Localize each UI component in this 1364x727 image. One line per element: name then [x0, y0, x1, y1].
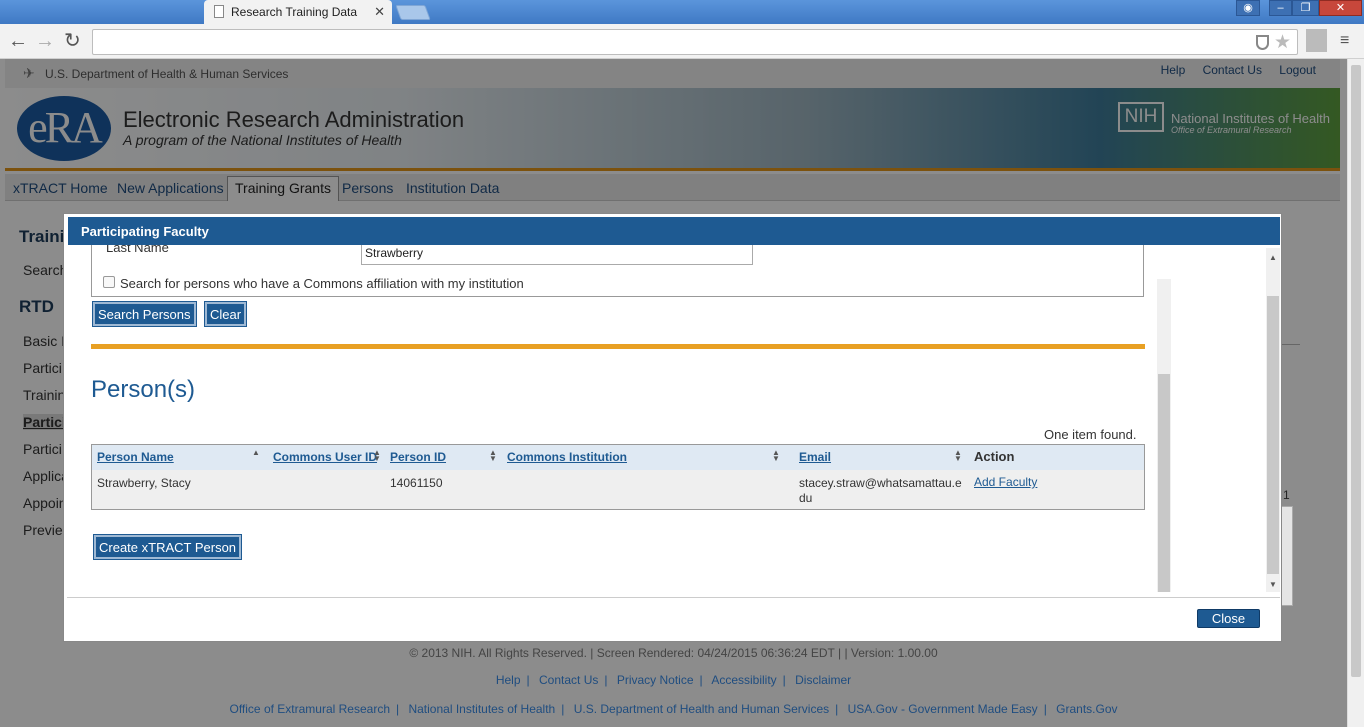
dialog-title: Participating Faculty — [68, 217, 1280, 245]
commons-affiliation-checkbox[interactable] — [103, 276, 115, 288]
sort-icon[interactable]: ▲ ▼ — [489, 449, 497, 463]
page-scroll-thumb[interactable] — [1351, 65, 1361, 677]
footer-privacy[interactable]: Privacy Notice — [617, 673, 694, 687]
new-tab-button[interactable] — [395, 5, 431, 20]
add-faculty-link[interactable]: Add Faculty — [974, 475, 1037, 489]
sort-icon[interactable]: ▲ ▼ — [772, 449, 780, 463]
profile-icon[interactable]: ◉ — [1236, 0, 1260, 16]
window-close-button[interactable]: ✕ — [1319, 0, 1362, 16]
footer-usagov[interactable]: USA.Gov - Government Made Easy — [848, 702, 1038, 716]
dialog-scroll-thumb[interactable] — [1267, 296, 1279, 574]
scroll-down-icon[interactable]: ▼ — [1269, 580, 1277, 589]
results-heading: Person(s) — [91, 376, 196, 403]
col-action: Action — [974, 449, 1015, 464]
table-header: Person Name ▲ Commons User ID ▲ ▼ Person … — [92, 445, 1144, 470]
participating-faculty-dialog: Participating Faculty Last Name Search f… — [63, 213, 1282, 642]
tab-title: Research Training Data — [231, 5, 358, 19]
dialog-footer-divider — [67, 597, 1280, 598]
browser-tab[interactable]: Research Training Data ✕ — [204, 0, 392, 24]
commons-affiliation-label: Search for persons who have a Commons af… — [120, 276, 524, 291]
sort-icon[interactable]: ▲ ▼ — [954, 449, 962, 463]
address-bar[interactable]: ★ — [92, 29, 1298, 55]
maximize-button[interactable]: ❐ — [1292, 0, 1319, 16]
col-commons-user-id[interactable]: Commons User ID — [273, 450, 377, 464]
last-name-input[interactable] — [361, 245, 753, 265]
dialog-inner-scrollbar[interactable]: ▼ — [1157, 279, 1171, 592]
cell-person-id: 14061150 — [390, 476, 443, 490]
footer-oer[interactable]: Office of Extramural Research — [229, 702, 390, 716]
footer-links-2: Office of Extramural Research | National … — [229, 702, 1118, 716]
back-arrow-icon[interactable]: ← — [8, 30, 28, 52]
scroll-up-icon[interactable]: ▲ — [1269, 253, 1277, 262]
footer-nih[interactable]: National Institutes of Health — [408, 702, 555, 716]
col-person-name[interactable]: Person Name — [97, 450, 174, 464]
browser-tab-bar: Research Training Data ✕ ◉ – ❐ ✕ — [0, 0, 1364, 24]
create-xtract-person-button[interactable]: Create xTRACT Person — [92, 534, 243, 560]
forward-arrow-icon[interactable]: → — [35, 30, 55, 52]
background-fragment: 1 — [1283, 488, 1290, 502]
footer-disclaimer[interactable]: Disclaimer — [795, 673, 851, 687]
last-name-label: Last Name — [106, 245, 169, 255]
sort-icon[interactable]: ▲ ▼ — [373, 449, 381, 463]
section-divider — [91, 344, 1145, 349]
copyright: © 2013 NIH. All Rights Reserved. | Scree… — [409, 646, 938, 660]
dialog-body: Last Name Search for persons who have a … — [64, 245, 1172, 592]
col-commons-institution[interactable]: Commons Institution — [507, 450, 627, 464]
menu-icon[interactable]: ≡ — [1340, 32, 1349, 50]
shield-icon[interactable] — [1256, 35, 1269, 50]
persons-table: Person Name ▲ Commons User ID ▲ ▼ Person … — [91, 444, 1145, 510]
dialog-scrollbar[interactable]: ▲ ▼ — [1266, 248, 1280, 592]
sort-asc-icon[interactable]: ▲ — [252, 449, 260, 457]
results-count: One item found. — [1044, 427, 1137, 442]
extension-icon[interactable] — [1306, 29, 1327, 52]
page-scrollbar[interactable] — [1347, 59, 1364, 727]
footer-grantsgov[interactable]: Grants.Gov — [1056, 702, 1117, 716]
col-person-id[interactable]: Person ID — [390, 450, 446, 464]
close-button[interactable]: Close — [1197, 609, 1260, 628]
background-panel — [1281, 506, 1293, 606]
reload-icon[interactable]: ↻ — [64, 30, 81, 52]
cell-person-name: Strawberry, Stacy — [97, 476, 191, 490]
background-divider — [1281, 344, 1300, 345]
footer-accessibility[interactable]: Accessibility — [711, 673, 776, 687]
document-icon — [214, 5, 224, 18]
footer-help[interactable]: Help — [496, 673, 521, 687]
clear-button[interactable]: Clear — [203, 301, 248, 327]
col-email[interactable]: Email — [799, 450, 831, 464]
inner-scroll-thumb[interactable] — [1158, 374, 1170, 592]
bookmark-star-icon[interactable]: ★ — [1274, 31, 1291, 54]
browser-toolbar: ← → ↻ ★ ≡ — [0, 24, 1364, 59]
search-persons-button[interactable]: Search Persons — [92, 301, 197, 327]
minimize-button[interactable]: – — [1269, 0, 1292, 16]
tab-close-icon[interactable]: ✕ — [374, 4, 385, 20]
footer-hhs[interactable]: U.S. Department of Health and Human Serv… — [574, 702, 829, 716]
cell-email: stacey.straw@whatsamattau.edu — [799, 476, 962, 505]
footer-contact[interactable]: Contact Us — [539, 673, 598, 687]
footer-links-1: Help | Contact Us | Privacy Notice | Access… — [495, 673, 852, 687]
